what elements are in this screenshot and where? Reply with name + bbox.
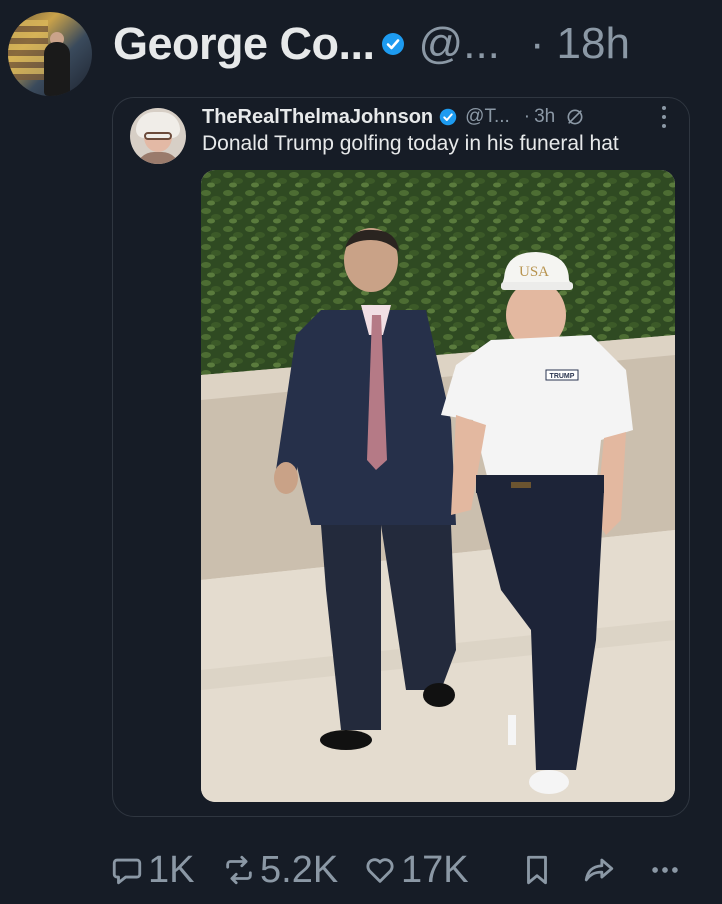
like-button[interactable]: 17K [363, 843, 469, 897]
author-display-name[interactable]: George Co... [113, 18, 375, 70]
quoted-post-text: Donald Trump golfing today in his funera… [202, 132, 619, 155]
quoted-post-header: TheRealThelmaJohnson @T... · 3h [202, 102, 585, 132]
verified-badge-icon [439, 108, 457, 126]
repost-button[interactable]: 5.2K [222, 843, 338, 897]
verified-badge-icon [381, 33, 404, 55]
author-avatar[interactable] [8, 12, 92, 96]
post-header: George Co... @... · 18h [113, 14, 630, 74]
quoted-author-display-name[interactable]: TheRealThelmaJohnson [202, 106, 433, 129]
author-handle[interactable]: @... [419, 19, 500, 69]
post-timestamp[interactable]: 18h [557, 19, 630, 69]
repost-icon [226, 855, 252, 885]
separator-dot: · [529, 19, 545, 68]
photo-illustration: USA TRUMP [201, 170, 675, 802]
quoted-author-handle[interactable]: @T... [465, 106, 510, 128]
hat-text: USA [519, 264, 549, 280]
heart-icon [366, 858, 394, 883]
reply-button[interactable]: 1K [110, 843, 194, 897]
more-icon [652, 867, 678, 873]
quoted-author-avatar[interactable] [130, 108, 186, 164]
quoted-post-timestamp[interactable]: 3h [534, 106, 555, 128]
reply-count: 1K [148, 848, 195, 891]
more-button[interactable] [648, 843, 682, 897]
share-icon [584, 858, 614, 882]
share-button[interactable] [582, 843, 616, 897]
like-count: 17K [401, 848, 469, 891]
post-image[interactable]: USA TRUMP [201, 170, 675, 802]
separator-dot: · [523, 106, 531, 127]
bookmark-button[interactable] [520, 843, 554, 897]
reply-icon [112, 858, 142, 885]
action-bar: 1K 5.2K 17K [110, 843, 700, 897]
more-options-icon[interactable] [661, 106, 667, 128]
shirt-logo-text: TRUMP [550, 373, 575, 380]
quoted-post-card[interactable]: TheRealThelmaJohnson @T... · 3h Donald T… [112, 97, 690, 817]
repost-count: 5.2K [260, 848, 339, 891]
post: George Co... @... · 18h TheRealThelmaJoh… [0, 0, 722, 904]
grok-icon[interactable] [565, 107, 585, 127]
bookmark-icon [527, 855, 547, 885]
